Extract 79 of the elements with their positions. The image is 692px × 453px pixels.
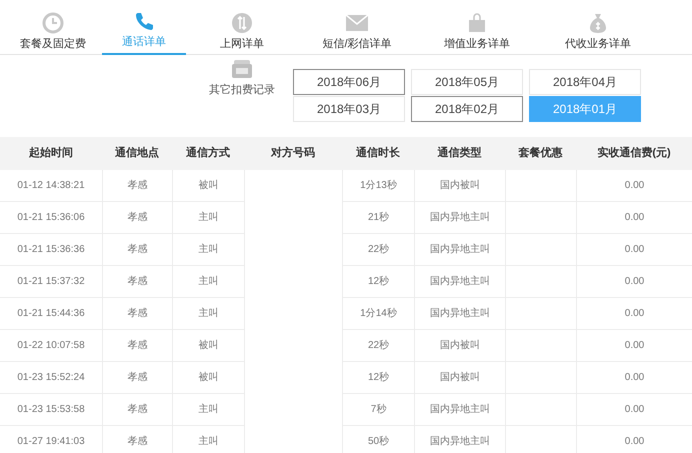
table-cell: 主叫	[172, 298, 244, 330]
money-bag-icon	[589, 12, 607, 34]
table-cell: 国内被叫	[414, 330, 505, 362]
table-cell: 0.00	[576, 266, 692, 298]
table-cell: 12秒	[342, 362, 414, 394]
table-cell: 被叫	[172, 362, 244, 394]
table-cell: 被叫	[172, 170, 244, 202]
column-header: 实收通信费(元)	[597, 146, 671, 162]
table-cell: 主叫	[172, 426, 244, 453]
table-cell: 国内异地主叫	[414, 202, 505, 234]
table-cell: 0.00	[576, 298, 692, 330]
table-cell: 01-12 14:38:21	[0, 170, 102, 202]
month-button[interactable]: 2018年05月	[411, 69, 523, 95]
up-down-arrows-icon	[231, 12, 253, 34]
table-cell: 孝感	[102, 330, 172, 362]
table-cell: 0.00	[576, 330, 692, 362]
table-cell: 主叫	[172, 394, 244, 426]
column-header: 套餐优惠	[518, 146, 562, 162]
table-cell: 国内异地主叫	[414, 426, 505, 453]
column-header: 通信时长	[356, 146, 400, 162]
table-cell: 22秒	[342, 234, 414, 266]
tab[interactable]: 上网详单	[186, 0, 298, 55]
tab[interactable]: 增值业务详单	[416, 0, 538, 55]
table-cell: 0.00	[576, 170, 692, 202]
month-button[interactable]: 2018年02月	[411, 96, 523, 122]
table-cell: 12秒	[342, 266, 414, 298]
table-cell: 01-21 15:44:36	[0, 298, 102, 330]
table-cell: 被叫	[172, 330, 244, 362]
table-cell: 01-21 15:36:06	[0, 202, 102, 234]
table-cell: 孝感	[102, 202, 172, 234]
table-cell: 孝感	[102, 426, 172, 453]
table-cell: 孝感	[102, 266, 172, 298]
table-cell: 22秒	[342, 330, 414, 362]
table-cell: 01-21 15:37:32	[0, 266, 102, 298]
month-button[interactable]: 2018年03月	[293, 96, 405, 122]
table-cell: 主叫	[172, 266, 244, 298]
table-cell: 孝感	[102, 170, 172, 202]
table-cell: 01-21 15:36:36	[0, 234, 102, 266]
column-header: 通信方式	[186, 146, 230, 162]
column-header: 通信地点	[115, 146, 159, 162]
month-button[interactable]: 2018年04月	[529, 69, 641, 95]
column-header: 起始时间	[29, 146, 73, 162]
tab[interactable]: 代收业务详单	[538, 0, 658, 55]
table-cell: 21秒	[342, 202, 414, 234]
table-cell: 01-23 15:53:58	[0, 394, 102, 426]
receipt-icon	[231, 59, 253, 79]
table-cell: 国内被叫	[414, 170, 505, 202]
envelope-icon	[345, 14, 369, 32]
table-cell: 0.00	[576, 362, 692, 394]
table-cell: 7秒	[342, 394, 414, 426]
table-cell: 01-27 19:41:03	[0, 426, 102, 453]
table-cell: 孝感	[102, 234, 172, 266]
table-cell: 孝感	[102, 394, 172, 426]
table-cell: 主叫	[172, 202, 244, 234]
table-cell: 主叫	[172, 234, 244, 266]
table-cell: 0.00	[576, 394, 692, 426]
table-cell: 国内异地主叫	[414, 234, 505, 266]
table-cell: 国内异地主叫	[414, 266, 505, 298]
table-cell: 孝感	[102, 298, 172, 330]
month-button[interactable]: 2018年06月	[293, 69, 405, 95]
column-header: 对方号码	[271, 146, 315, 162]
table-cell: 01-22 10:07:58	[0, 330, 102, 362]
table-cell: 01-23 15:52:24	[0, 362, 102, 394]
other-charges-link[interactable]: 其它扣费记录	[209, 82, 275, 98]
table-cell: 50秒	[342, 426, 414, 453]
table-cell: 国内被叫	[414, 362, 505, 394]
column-header: 通信类型	[438, 146, 482, 162]
table-cell: 国内异地主叫	[414, 394, 505, 426]
shopping-bag-icon	[467, 12, 487, 32]
tab[interactable]: 套餐及固定费	[4, 0, 102, 55]
clock-icon	[42, 12, 64, 34]
table-cell: 国内异地主叫	[414, 298, 505, 330]
table-cell: 0.00	[576, 426, 692, 453]
tab[interactable]: 短信/彩信详单	[298, 0, 416, 55]
table-cell: 1分13秒	[342, 170, 414, 202]
table-cell: 1分14秒	[342, 298, 414, 330]
table-cell: 0.00	[576, 234, 692, 266]
table-cell: 孝感	[102, 362, 172, 394]
table-cell: 0.00	[576, 202, 692, 234]
